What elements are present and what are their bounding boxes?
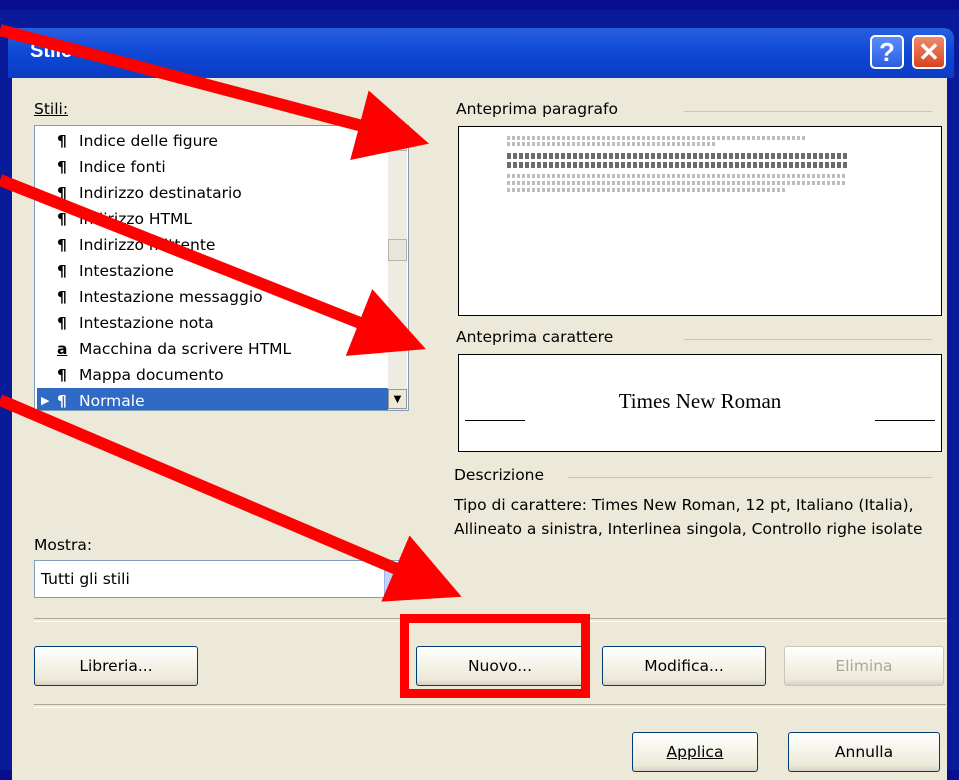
annotation-arrow — [0, 394, 462, 602]
annotation-arrows — [0, 24, 462, 602]
annotation-arrow — [0, 24, 429, 161]
annotation-arrow — [0, 174, 426, 356]
